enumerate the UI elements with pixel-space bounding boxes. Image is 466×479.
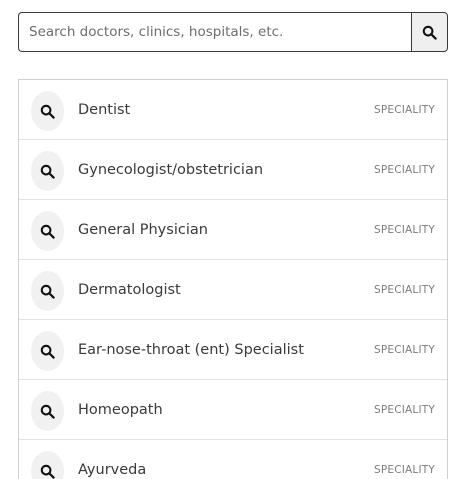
- list-item[interactable]: Dermatologist SPECIALITY: [19, 260, 447, 320]
- list-item[interactable]: Ear-nose-throat (ent) Specialist SPECIAL…: [19, 320, 447, 380]
- search-icon: [31, 211, 64, 251]
- search-input[interactable]: [18, 12, 411, 52]
- search-icon: [422, 25, 437, 40]
- list-item-type: SPECIALITY: [373, 164, 435, 176]
- list-item-label: Gynecologist/obstetrician: [78, 162, 264, 178]
- list-item-type: SPECIALITY: [373, 224, 435, 236]
- list-item-type: SPECIALITY: [373, 464, 435, 476]
- list-item[interactable]: General Physician SPECIALITY: [19, 200, 447, 260]
- search-icon: [31, 271, 64, 311]
- list-item[interactable]: Ayurveda SPECIALITY: [19, 440, 447, 479]
- list-item-type: SPECIALITY: [373, 284, 435, 296]
- list-item-label: Ayurveda: [78, 462, 147, 478]
- list-item[interactable]: Dentist SPECIALITY: [19, 80, 447, 140]
- list-item-label: General Physician: [78, 222, 208, 238]
- list-item-label: Dentist: [78, 102, 131, 118]
- list-item-label: Homeopath: [78, 402, 163, 418]
- search-button[interactable]: [411, 12, 448, 52]
- search-icon: [31, 451, 64, 479]
- search-icon: [31, 331, 64, 371]
- list-item-label: Ear-nose-throat (ent) Specialist: [78, 342, 304, 358]
- search-icon: [31, 391, 64, 431]
- search-icon: [31, 151, 64, 191]
- search-icon: [31, 91, 64, 131]
- list-item-type: SPECIALITY: [373, 404, 435, 416]
- list-item-type: SPECIALITY: [373, 344, 435, 356]
- list-item-label: Dermatologist: [78, 282, 181, 298]
- list-item[interactable]: Gynecologist/obstetrician SPECIALITY: [19, 140, 447, 200]
- list-item[interactable]: Homeopath SPECIALITY: [19, 380, 447, 440]
- search-bar: [18, 12, 448, 52]
- results-list: Dentist SPECIALITY Gynecologist/obstetri…: [18, 79, 448, 479]
- list-item-type: SPECIALITY: [373, 104, 435, 116]
